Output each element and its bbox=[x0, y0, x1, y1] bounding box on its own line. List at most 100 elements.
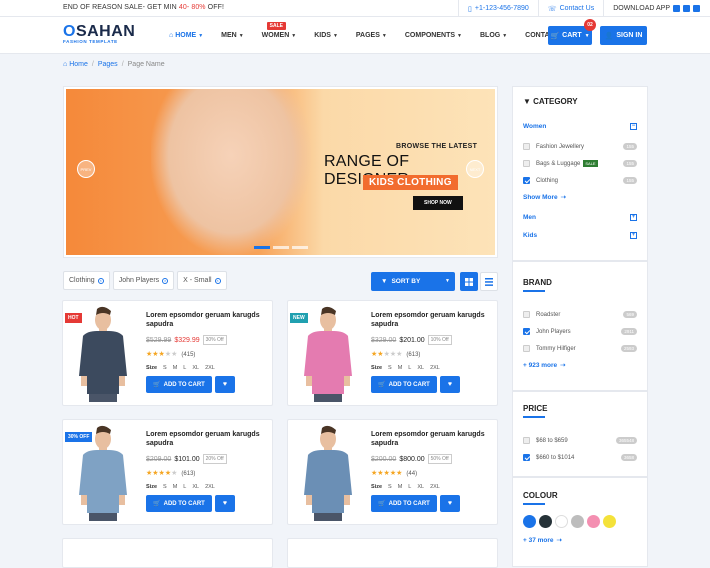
checkbox[interactable] bbox=[523, 143, 530, 150]
wishlist-button[interactable]: ♥ bbox=[215, 376, 235, 393]
menu-components[interactable]: COMPONENTS ▼ bbox=[396, 32, 471, 39]
colour-swatch[interactable] bbox=[603, 515, 616, 528]
product-title[interactable]: Lorem epsomdor geruam karugds sapudra bbox=[146, 311, 268, 329]
sort-by-dropdown[interactable]: ▼ SORT BY ▼ bbox=[371, 272, 455, 291]
size-option[interactable]: 2XL bbox=[430, 484, 440, 490]
android-icon[interactable] bbox=[693, 5, 700, 12]
more-colours-link[interactable]: + 37 more ➝ bbox=[513, 532, 647, 548]
carousel-dot[interactable] bbox=[292, 246, 308, 249]
size-option[interactable]: 2XL bbox=[430, 365, 440, 371]
windows-icon[interactable] bbox=[673, 5, 680, 12]
carousel-next-button[interactable]: NEXT bbox=[466, 160, 484, 178]
add-to-cart-button[interactable]: 🛒 ADD TO CART bbox=[146, 376, 212, 393]
menu-kids[interactable]: KIDS ▼ bbox=[305, 32, 347, 39]
filter-chip[interactable]: X - Small × bbox=[177, 271, 227, 290]
product-card[interactable] bbox=[287, 538, 498, 568]
logo[interactable]: OSAHAN FASHION TEMPLATE bbox=[63, 24, 135, 45]
breadcrumb-home[interactable]: ⌂ Home bbox=[63, 61, 88, 68]
cart-button[interactable]: 🛒 CART ▼ 02 bbox=[548, 19, 596, 45]
shop-now-button[interactable]: SHOP NOW bbox=[413, 196, 463, 210]
product-title[interactable]: Lorem epsomdor geruam karugds sapudra bbox=[146, 430, 268, 448]
carousel-dot[interactable] bbox=[254, 246, 270, 249]
colour-swatch[interactable] bbox=[587, 515, 600, 528]
carousel-dot[interactable] bbox=[273, 246, 289, 249]
size-option[interactable]: S bbox=[388, 365, 392, 371]
add-to-cart-button[interactable]: 🛒 ADD TO CART bbox=[146, 495, 212, 512]
size-option[interactable]: L bbox=[408, 365, 411, 371]
close-icon[interactable]: × bbox=[214, 277, 221, 284]
filter-option[interactable]: Fashion Jewellery 155 bbox=[513, 138, 647, 155]
add-to-cart-button[interactable]: 🛒 ADD TO CART bbox=[371, 376, 437, 393]
hero-banner[interactable]: BROWSE THE LATEST RANGE OF DESIGNER KIDS… bbox=[63, 86, 498, 258]
filter-chip[interactable]: John Players × bbox=[112, 271, 175, 290]
checkbox[interactable] bbox=[523, 345, 530, 352]
menu-home[interactable]: ⌂ HOME ▼ bbox=[160, 32, 212, 39]
download-app[interactable]: DOWNLOAD APP bbox=[603, 0, 710, 17]
product-title[interactable]: Lorem epsomdor geruam karugds sapudra bbox=[371, 311, 493, 329]
add-to-cart-button[interactable]: 🛒 ADD TO CART bbox=[371, 495, 437, 512]
filter-option[interactable]: $660 to $1014 3658 bbox=[513, 449, 647, 466]
checkbox[interactable] bbox=[523, 177, 530, 184]
category-kids[interactable]: Kids + bbox=[513, 227, 647, 243]
sign-in-button[interactable]: 👤 SIGN IN bbox=[600, 26, 647, 45]
colour-swatch[interactable] bbox=[555, 515, 568, 528]
product-card[interactable]: HOT Lorem epsomdor geruam karugds sapudr… bbox=[62, 300, 273, 406]
contact-link[interactable]: ☏ Contact Us bbox=[537, 0, 603, 17]
apple-icon[interactable] bbox=[683, 5, 690, 12]
size-option[interactable]: XL bbox=[417, 484, 424, 490]
size-option[interactable]: L bbox=[408, 484, 411, 490]
size-option[interactable]: M bbox=[173, 365, 178, 371]
size-option[interactable]: XL bbox=[192, 365, 199, 371]
expand-icon[interactable]: − bbox=[630, 122, 637, 130]
checkbox[interactable] bbox=[523, 437, 530, 444]
product-card[interactable]: 30% OFF Lorem epsomdor geruam karugds sa… bbox=[62, 419, 273, 525]
checkbox[interactable] bbox=[523, 160, 530, 167]
product-card[interactable] bbox=[62, 538, 273, 568]
show-more-link[interactable]: Show More ➝ bbox=[513, 189, 647, 205]
size-option[interactable]: XL bbox=[192, 484, 199, 490]
menu-men[interactable]: MEN ▼ bbox=[212, 32, 253, 39]
carousel-prev-button[interactable]: PREV bbox=[77, 160, 95, 178]
category-women[interactable]: Women − bbox=[513, 118, 647, 134]
checkbox[interactable] bbox=[523, 328, 530, 335]
filter-option[interactable]: Roadster 569 bbox=[513, 306, 647, 323]
more-brands-link[interactable]: + 923 more ➝ bbox=[513, 357, 647, 373]
size-option[interactable]: 2XL bbox=[205, 484, 215, 490]
size-option[interactable]: L bbox=[183, 365, 186, 371]
colour-swatch[interactable] bbox=[539, 515, 552, 528]
checkbox[interactable] bbox=[523, 311, 530, 318]
product-card[interactable]: NEW Lorem epsomdor geruam karugds sapudr… bbox=[287, 300, 498, 406]
category-men[interactable]: Men + bbox=[513, 209, 647, 225]
colour-swatch[interactable] bbox=[523, 515, 536, 528]
phone-link[interactable]: ▯ +1-123-456-7890 bbox=[458, 0, 538, 17]
checkbox[interactable] bbox=[523, 454, 530, 461]
product-card[interactable]: Lorem epsomdor geruam karugds sapudra $2… bbox=[287, 419, 498, 525]
filter-option[interactable]: Bags & Luggage SALE 155 bbox=[513, 155, 647, 172]
wishlist-button[interactable]: ♥ bbox=[440, 495, 460, 512]
filter-chip[interactable]: Clothing × bbox=[63, 271, 110, 290]
wishlist-button[interactable]: ♥ bbox=[440, 376, 460, 393]
expand-icon[interactable]: + bbox=[630, 213, 637, 221]
size-option[interactable]: S bbox=[388, 484, 392, 490]
filter-option[interactable]: $68 to $659 365548 bbox=[513, 432, 647, 449]
product-title[interactable]: Lorem epsomdor geruam karugds sapudra bbox=[371, 430, 493, 448]
size-option[interactable]: XL bbox=[417, 365, 424, 371]
colour-swatch[interactable] bbox=[571, 515, 584, 528]
size-option[interactable]: L bbox=[183, 484, 186, 490]
size-option[interactable]: S bbox=[163, 484, 167, 490]
product-image[interactable] bbox=[292, 425, 364, 521]
menu-blog[interactable]: BLOG ▼ bbox=[471, 32, 516, 39]
size-option[interactable]: S bbox=[163, 365, 167, 371]
expand-icon[interactable]: + bbox=[630, 231, 637, 239]
list-view-button[interactable] bbox=[480, 272, 498, 291]
wishlist-button[interactable]: ♥ bbox=[215, 495, 235, 512]
filter-option[interactable]: Tommy Hilfiger 2593 bbox=[513, 340, 647, 357]
grid-view-button[interactable] bbox=[460, 272, 478, 291]
size-option[interactable]: M bbox=[173, 484, 178, 490]
size-option[interactable]: 2XL bbox=[205, 365, 215, 371]
size-option[interactable]: M bbox=[398, 484, 403, 490]
close-icon[interactable]: × bbox=[162, 277, 169, 284]
breadcrumb-pages[interactable]: Pages bbox=[98, 61, 118, 68]
size-option[interactable]: M bbox=[398, 365, 403, 371]
menu-women[interactable]: SALE WOMEN ▼ bbox=[253, 22, 306, 39]
